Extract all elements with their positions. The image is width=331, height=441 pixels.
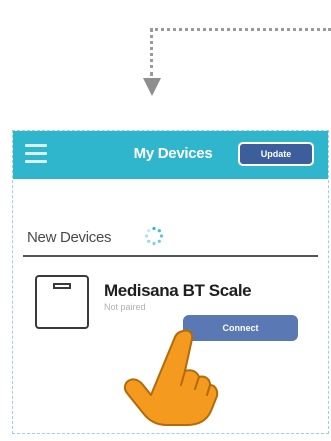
phone-screen: My Devices Update New Devices Medisana B… [12,130,329,434]
device-name: Medisana BT Scale [104,281,252,300]
top-bar: My Devices Update [13,131,328,179]
arrow-down-icon [143,78,161,96]
guide-line-horizontal [150,28,331,31]
device-status: Not paired [104,302,146,312]
page-title: My Devices [133,145,213,162]
guide-line-vertical [150,28,153,76]
spinner-icon [144,226,164,246]
divider [23,255,318,257]
section-label-new-devices: New Devices [27,229,112,246]
update-button[interactable]: Update [238,142,314,166]
pointing-hand-icon [123,329,219,426]
scale-icon [35,275,89,329]
menu-icon[interactable] [25,144,47,164]
